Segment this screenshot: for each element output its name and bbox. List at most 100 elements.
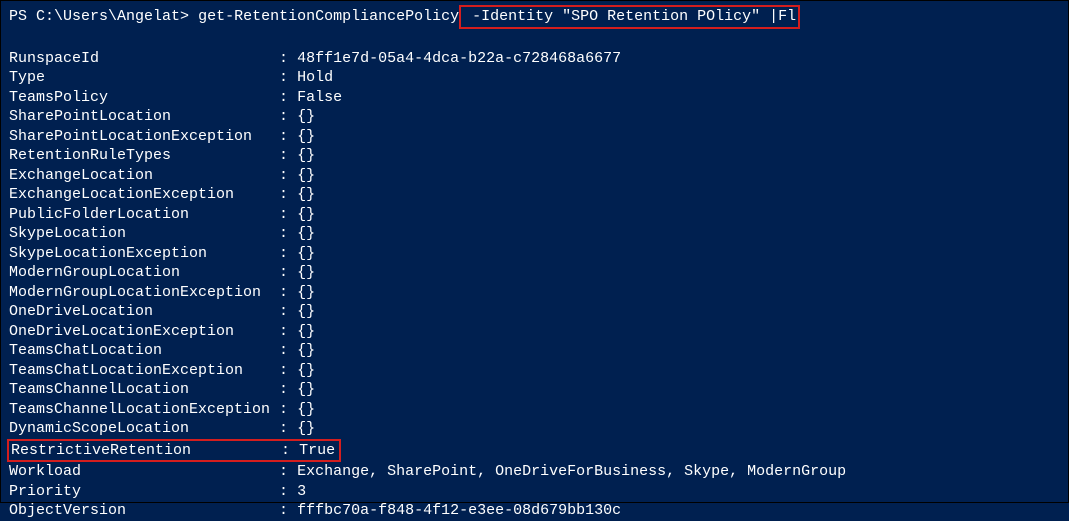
property-value: {} [297, 186, 315, 203]
output-row: TeamsPolicy : False [9, 88, 1060, 108]
property-colon: : [108, 89, 297, 106]
property-value: {} [297, 323, 315, 340]
property-name: TeamsChannelLocation [9, 381, 189, 398]
property-name: RetentionRuleTypes [9, 147, 171, 164]
output-row: TeamsChatLocationException : {} [9, 361, 1060, 381]
output-row: ModernGroupLocationException : {} [9, 283, 1060, 303]
output-row: TeamsChatLocation : {} [9, 341, 1060, 361]
property-name: OneDriveLocation [9, 303, 153, 320]
property-name: ObjectVersion [9, 502, 126, 519]
property-value: False [297, 89, 342, 106]
output-row: SkypeLocationException : {} [9, 244, 1060, 264]
property-name: SkypeLocationException [9, 245, 207, 262]
property-name: SharePointLocationException [9, 128, 252, 145]
property-name: TeamsChatLocation [9, 342, 162, 359]
output-row: PublicFolderLocation : {} [9, 205, 1060, 225]
output-row: RetentionRuleTypes : {} [9, 146, 1060, 166]
powershell-terminal[interactable]: PS C:\Users\Angelat> get-RetentionCompli… [9, 5, 1060, 521]
output-row: OneDriveLocationException : {} [9, 322, 1060, 342]
property-name: Priority [9, 483, 81, 500]
output-row: Type : Hold [9, 68, 1060, 88]
command-output: RunspaceId : 48ff1e7d-05a4-4dca-b22a-c72… [9, 49, 1060, 521]
property-value: Exchange, SharePoint, OneDriveForBusines… [297, 463, 846, 480]
property-value: Hold [297, 69, 333, 86]
prompt-sep: > [180, 8, 198, 25]
property-name: ModernGroupLocationException [9, 284, 261, 301]
property-colon: : [234, 323, 297, 340]
property-name: RestrictiveRetention [11, 442, 191, 459]
property-value: {} [297, 245, 315, 262]
property-colon: : [207, 245, 297, 262]
property-colon: : [81, 463, 297, 480]
command-part1: get-RetentionCompliancePolicy [198, 8, 459, 25]
property-value: {} [297, 381, 315, 398]
property-name: ExchangeLocationException [9, 186, 234, 203]
property-colon: : [171, 147, 297, 164]
command-prompt-line: PS C:\Users\Angelat> get-RetentionCompli… [9, 5, 1060, 29]
output-row: TeamsChannelLocationException : {} [9, 400, 1060, 420]
property-value: fffbc70a-f848-4f12-e3ee-08d679bb130c [297, 502, 621, 519]
property-value: 48ff1e7d-05a4-4dca-b22a-c728468a6677 [297, 50, 621, 67]
property-value: {} [297, 167, 315, 184]
output-row: ObjectVersion : fffbc70a-f848-4f12-e3ee-… [9, 501, 1060, 521]
property-name: Workload [9, 463, 81, 480]
property-colon: : [81, 483, 297, 500]
property-value: {} [297, 147, 315, 164]
output-row: Workload : Exchange, SharePoint, OneDriv… [9, 462, 1060, 482]
property-colon: : [252, 128, 297, 145]
property-name: TeamsChannelLocationException [9, 401, 270, 418]
property-colon: : [270, 401, 297, 418]
prompt-path: C:\Users\Angelat [36, 8, 180, 25]
property-colon: : [189, 420, 297, 437]
property-colon: : [243, 362, 297, 379]
property-name: OneDriveLocationException [9, 323, 234, 340]
property-colon: : [234, 186, 297, 203]
property-colon: : [162, 342, 297, 359]
property-colon: : [45, 69, 297, 86]
property-value: {} [297, 303, 315, 320]
property-name: ModernGroupLocation [9, 264, 180, 281]
property-name: SharePointLocation [9, 108, 171, 125]
property-value: True [299, 442, 335, 459]
property-value: {} [297, 128, 315, 145]
command-part2: -Identity "SPO Retention POlicy" |Fl [463, 8, 796, 25]
property-value: {} [297, 342, 315, 359]
output-row: DynamicScopeLocation : {} [9, 419, 1060, 439]
property-value: {} [297, 206, 315, 223]
prompt-prefix: PS [9, 8, 36, 25]
property-colon: : [261, 284, 297, 301]
highlighted-row: RestrictiveRetention : True [7, 439, 341, 463]
output-row: SkypeLocation : {} [9, 224, 1060, 244]
output-row: Priority : 3 [9, 482, 1060, 502]
output-row: OneDriveLocation : {} [9, 302, 1060, 322]
property-colon: : [171, 108, 297, 125]
property-colon: : [153, 167, 297, 184]
output-row: RunspaceId : 48ff1e7d-05a4-4dca-b22a-c72… [9, 49, 1060, 69]
property-colon: : [191, 442, 299, 459]
property-colon: : [126, 225, 297, 242]
output-row: ModernGroupLocation : {} [9, 263, 1060, 283]
output-row: TeamsChannelLocation : {} [9, 380, 1060, 400]
property-value: 3 [297, 483, 306, 500]
property-name: TeamsPolicy [9, 89, 108, 106]
property-value: {} [297, 225, 315, 242]
output-row: SharePointLocationException : {} [9, 127, 1060, 147]
property-value: {} [297, 401, 315, 418]
property-colon: : [189, 206, 297, 223]
output-row: RestrictiveRetention : True [9, 439, 1060, 463]
property-name: TeamsChatLocationException [9, 362, 243, 379]
output-row: SharePointLocation : {} [9, 107, 1060, 127]
property-colon: : [189, 381, 297, 398]
property-colon: : [153, 303, 297, 320]
property-name: DynamicScopeLocation [9, 420, 189, 437]
output-row: ExchangeLocation : {} [9, 166, 1060, 186]
property-name: RunspaceId [9, 50, 99, 67]
property-colon: : [126, 502, 297, 519]
property-value: {} [297, 362, 315, 379]
property-colon: : [180, 264, 297, 281]
property-value: {} [297, 420, 315, 437]
command-highlight-box: -Identity "SPO Retention POlicy" |Fl [459, 5, 800, 29]
output-row: ExchangeLocationException : {} [9, 185, 1060, 205]
property-value: {} [297, 108, 315, 125]
property-value: {} [297, 284, 315, 301]
